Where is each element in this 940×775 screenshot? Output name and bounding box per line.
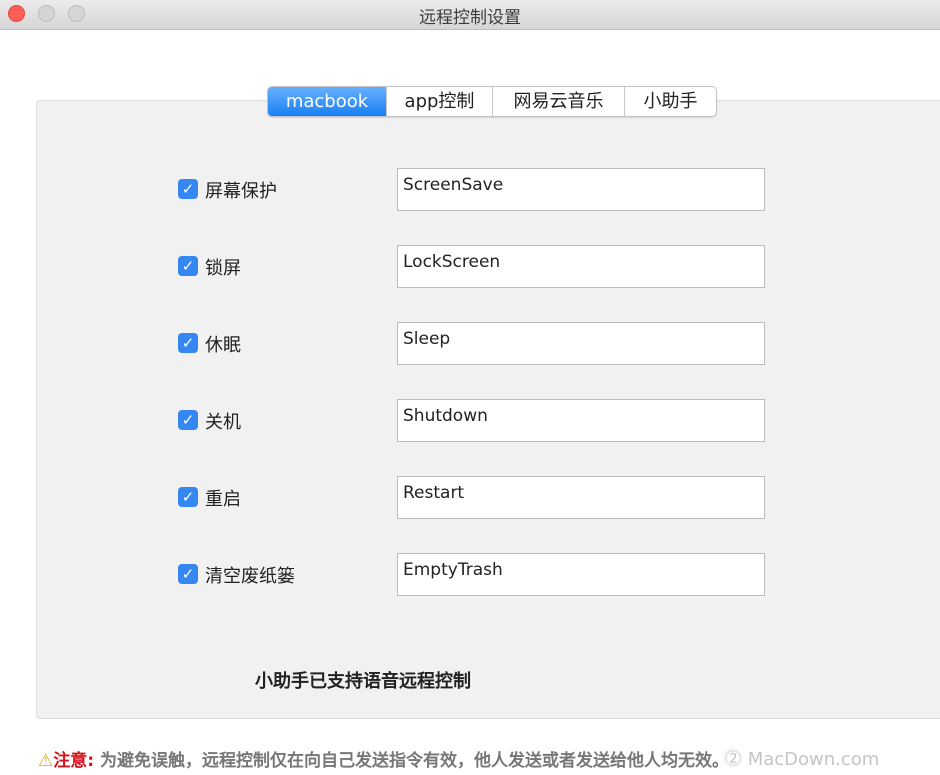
screensave-label: 屏幕保护 — [205, 181, 277, 202]
shutdown-label: 关机 — [205, 412, 241, 433]
empty-trash-command-field[interactable]: EmptyTrash — [397, 553, 765, 596]
checkmark-icon: ✓ — [181, 257, 195, 275]
restart-label: 重启 — [205, 489, 241, 510]
screensave-command-field[interactable]: ScreenSave — [397, 168, 765, 211]
sleep-label: 休眠 — [205, 335, 241, 356]
warning-text: 为避免误触，远程控制仅在向自己发送指令有效，他人发送或者发送给他人均无效。 — [94, 751, 729, 771]
empty-trash-label: 清空废纸篓 — [205, 566, 295, 587]
lockscreen-label: 锁屏 — [205, 258, 241, 279]
restart-checkbox[interactable]: ✓ — [178, 487, 198, 507]
sleep-command-field[interactable]: Sleep — [397, 322, 765, 365]
lockscreen-command-field[interactable]: LockScreen — [397, 245, 765, 288]
screensave-checkbox[interactable]: ✓ — [178, 179, 198, 199]
warning-label: 注意: — [53, 751, 95, 771]
shutdown-checkbox[interactable]: ✓ — [178, 410, 198, 430]
tab-netease-music[interactable]: 网易云音乐 — [492, 87, 624, 116]
sleep-checkbox[interactable]: ✓ — [178, 333, 198, 353]
restart-command-field[interactable]: Restart — [397, 476, 765, 519]
empty-trash-checkbox[interactable]: ✓ — [178, 564, 198, 584]
tab-macbook[interactable]: macbook — [268, 87, 386, 116]
tab-assistant[interactable]: 小助手 — [624, 87, 716, 116]
warning-triangle-icon: ⚠ — [38, 751, 54, 771]
watermark: ⓶ MacDown.com — [724, 749, 880, 770]
voice-control-note: 小助手已支持语音远程控制 — [255, 671, 471, 692]
checkmark-icon: ✓ — [181, 488, 195, 506]
title-bar: 远程控制设置 — [0, 0, 940, 30]
shutdown-command-field[interactable]: Shutdown — [397, 399, 765, 442]
tab-bar: macbook app控制 网易云音乐 小助手 — [267, 86, 717, 117]
tab-app-control[interactable]: app控制 — [386, 87, 492, 116]
checkmark-icon: ✓ — [181, 334, 195, 352]
checkmark-icon: ✓ — [181, 180, 195, 198]
checkmark-icon: ✓ — [181, 565, 195, 583]
window-title: 远程控制设置 — [419, 8, 521, 28]
warning-message: ⚠注意: 为避免误触，远程控制仅在向自己发送指令有效，他人发送或者发送给他人均无… — [38, 746, 729, 771]
lockscreen-checkbox[interactable]: ✓ — [178, 256, 198, 276]
checkmark-icon: ✓ — [181, 411, 195, 429]
